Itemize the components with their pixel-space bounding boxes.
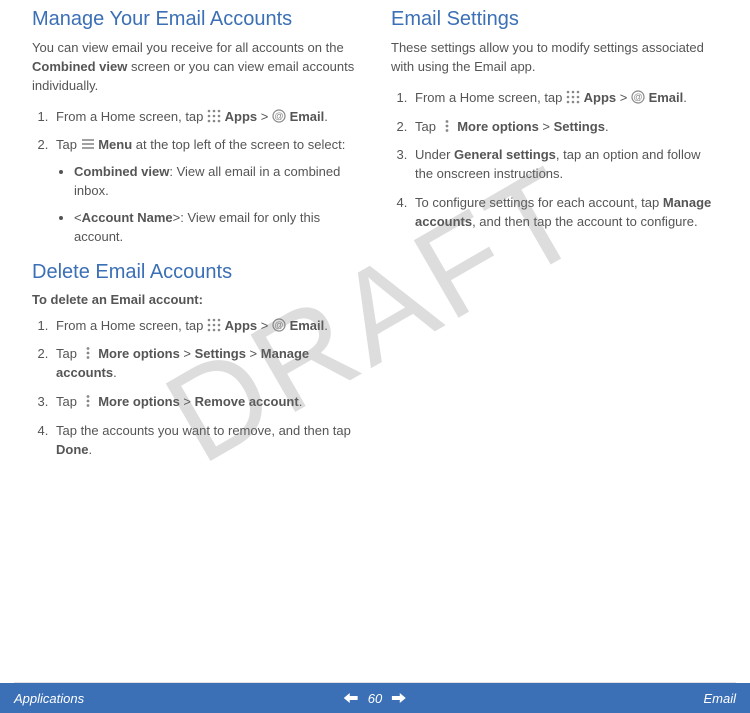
text: Tap the accounts you want to remove, and… bbox=[56, 423, 351, 438]
email-icon: @ bbox=[272, 109, 286, 123]
settings-step-3: Under General settings, tap an option an… bbox=[411, 146, 718, 184]
settings-label: Settings bbox=[195, 346, 246, 361]
apps-label: Apps bbox=[584, 90, 617, 105]
text: > bbox=[246, 346, 261, 361]
manage-sublist: Combined view: View all email in a combi… bbox=[56, 163, 359, 246]
more-options-icon bbox=[81, 346, 95, 360]
delete-step-2: Tap More options > Settings > Manage acc… bbox=[52, 345, 359, 383]
delete-steps: From a Home screen, tap Apps > @ Email. … bbox=[32, 317, 359, 460]
text: Tap bbox=[56, 137, 81, 152]
text: From a Home screen, tap bbox=[56, 318, 207, 333]
combined-view-label: Combined view bbox=[74, 164, 169, 179]
text: . bbox=[299, 394, 303, 409]
manage-title: Manage Your Email Accounts bbox=[32, 8, 359, 31]
arrow-left-icon bbox=[344, 693, 358, 703]
delete-title: Delete Email Accounts bbox=[32, 261, 359, 284]
left-column: Manage Your Email Accounts You can view … bbox=[32, 8, 359, 474]
menu-icon bbox=[81, 137, 95, 151]
settings-title: Email Settings bbox=[391, 8, 718, 31]
email-icon: @ bbox=[631, 90, 645, 104]
text: > bbox=[257, 318, 272, 333]
manage-step-1: From a Home screen, tap Apps > @ Email. bbox=[52, 108, 359, 127]
apps-grid-icon bbox=[207, 318, 221, 332]
text: . bbox=[683, 90, 687, 105]
sub-account-name: <Account Name>: View email for only this… bbox=[74, 209, 359, 247]
text: Tap bbox=[56, 346, 81, 361]
footer-right: Email bbox=[703, 691, 736, 706]
text: at the top left of the screen to select: bbox=[132, 137, 345, 152]
apps-grid-icon bbox=[566, 90, 580, 104]
email-icon: @ bbox=[272, 318, 286, 332]
text: < bbox=[74, 210, 82, 225]
footer-left: Applications bbox=[14, 691, 84, 706]
text: . bbox=[89, 442, 93, 457]
manage-intro: You can view email you receive for all a… bbox=[32, 39, 359, 96]
settings-steps: From a Home screen, tap Apps > @ Email. … bbox=[391, 89, 718, 232]
text: You can view email you receive for all a… bbox=[32, 40, 344, 55]
remove-account-label: Remove account bbox=[195, 394, 299, 409]
text: > bbox=[539, 119, 554, 134]
text: . bbox=[113, 365, 117, 380]
svg-text:@: @ bbox=[274, 111, 283, 121]
delete-step-4: Tap the accounts you want to remove, and… bbox=[52, 422, 359, 460]
combined-view-bold: Combined view bbox=[32, 59, 127, 74]
manage-steps: From a Home screen, tap Apps > @ Email. … bbox=[32, 108, 359, 247]
arrow-right-icon bbox=[392, 693, 406, 703]
settings-step-4: To configure settings for each account, … bbox=[411, 194, 718, 232]
apps-label: Apps bbox=[225, 109, 258, 124]
account-name-label: Account Name bbox=[82, 210, 173, 225]
delete-subhead: To delete an Email account: bbox=[32, 292, 359, 307]
email-label: Email bbox=[290, 318, 325, 333]
more-options-label: More options bbox=[457, 119, 539, 134]
menu-label: Menu bbox=[98, 137, 132, 152]
email-label: Email bbox=[290, 109, 325, 124]
text: From a Home screen, tap bbox=[56, 109, 207, 124]
text: Tap bbox=[56, 394, 81, 409]
delete-step-3: Tap More options > Remove account. bbox=[52, 393, 359, 412]
text: Under bbox=[415, 147, 454, 162]
general-settings-label: General settings bbox=[454, 147, 556, 162]
delete-step-1: From a Home screen, tap Apps > @ Email. bbox=[52, 317, 359, 336]
text: , and then tap the account to configure. bbox=[472, 214, 698, 229]
more-options-icon bbox=[81, 394, 95, 408]
settings-step-1: From a Home screen, tap Apps > @ Email. bbox=[411, 89, 718, 108]
more-options-label: More options bbox=[98, 346, 180, 361]
page-footer: Applications 60 Email bbox=[0, 683, 750, 713]
apps-grid-icon bbox=[207, 109, 221, 123]
text: From a Home screen, tap bbox=[415, 90, 566, 105]
text: . bbox=[324, 318, 328, 333]
manage-step-2: Tap Menu at the top left of the screen t… bbox=[52, 136, 359, 246]
more-options-label: More options bbox=[98, 394, 180, 409]
text: > bbox=[616, 90, 631, 105]
settings-label: Settings bbox=[554, 119, 605, 134]
page-number: 60 bbox=[368, 691, 382, 706]
more-options-icon bbox=[440, 119, 454, 133]
done-label: Done bbox=[56, 442, 89, 457]
sub-combined-view: Combined view: View all email in a combi… bbox=[74, 163, 359, 201]
svg-text:@: @ bbox=[274, 320, 283, 330]
text: . bbox=[605, 119, 609, 134]
right-column: Email Settings These settings allow you … bbox=[391, 8, 718, 474]
text: > bbox=[180, 346, 195, 361]
text: . bbox=[324, 109, 328, 124]
svg-text:@: @ bbox=[633, 92, 642, 102]
text: Tap bbox=[415, 119, 440, 134]
text: To configure settings for each account, … bbox=[415, 195, 663, 210]
text: > bbox=[257, 109, 272, 124]
settings-step-2: Tap More options > Settings. bbox=[411, 118, 718, 137]
apps-label: Apps bbox=[225, 318, 258, 333]
settings-intro: These settings allow you to modify setti… bbox=[391, 39, 718, 77]
text: > bbox=[180, 394, 195, 409]
email-label: Email bbox=[649, 90, 684, 105]
